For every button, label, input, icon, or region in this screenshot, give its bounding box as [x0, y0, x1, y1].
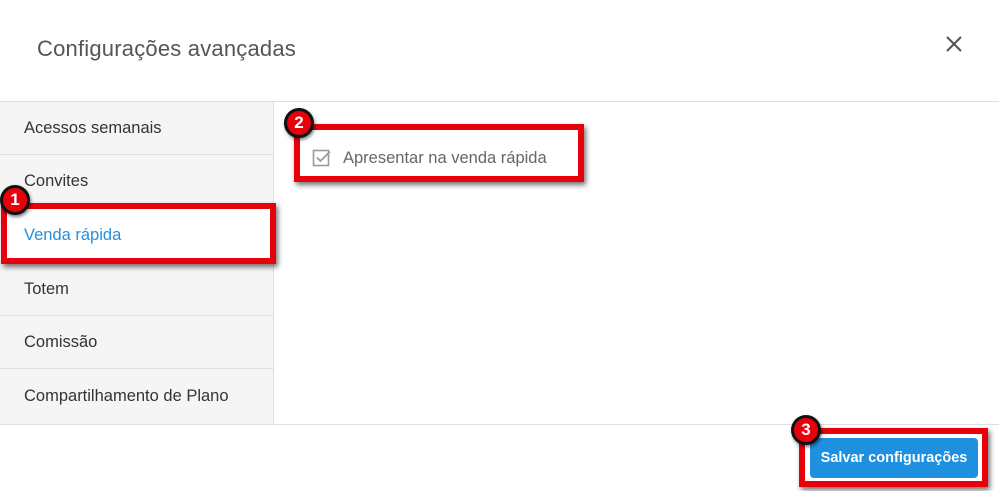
- save-settings-button[interactable]: Salvar configurações: [810, 438, 978, 478]
- settings-sidebar: Acessos semanais Convites Venda rápida T…: [0, 102, 274, 424]
- quick-sale-checkbox-label: Apresentar na venda rápida: [343, 148, 547, 167]
- checkbox-checked-icon[interactable]: [312, 148, 332, 168]
- sidebar-item-convites[interactable]: Convites: [0, 155, 273, 208]
- advanced-settings-dialog: Configurações avançadas Acessos semanais…: [0, 0, 999, 491]
- sidebar-item-acessos-semanais[interactable]: Acessos semanais: [0, 102, 273, 155]
- settings-content: Apresentar na venda rápida: [274, 102, 999, 424]
- close-icon[interactable]: [942, 32, 966, 56]
- step-badge-2: 2: [284, 108, 314, 138]
- sidebar-item-totem[interactable]: Totem: [0, 263, 273, 316]
- quick-sale-checkbox-row[interactable]: Apresentar na venda rápida: [312, 147, 547, 169]
- sidebar-item-comissao[interactable]: Comissão: [0, 316, 273, 369]
- step-badge-3: 3: [791, 415, 821, 445]
- step-badge-1: 1: [0, 185, 30, 215]
- sidebar-item-compartilhamento-de-plano[interactable]: Compartilhamento de Plano: [0, 370, 273, 423]
- dialog-header: Configurações avançadas: [0, 0, 999, 102]
- dialog-title: Configurações avançadas: [37, 36, 296, 61]
- sidebar-item-venda-rapida[interactable]: Venda rápida: [0, 209, 273, 262]
